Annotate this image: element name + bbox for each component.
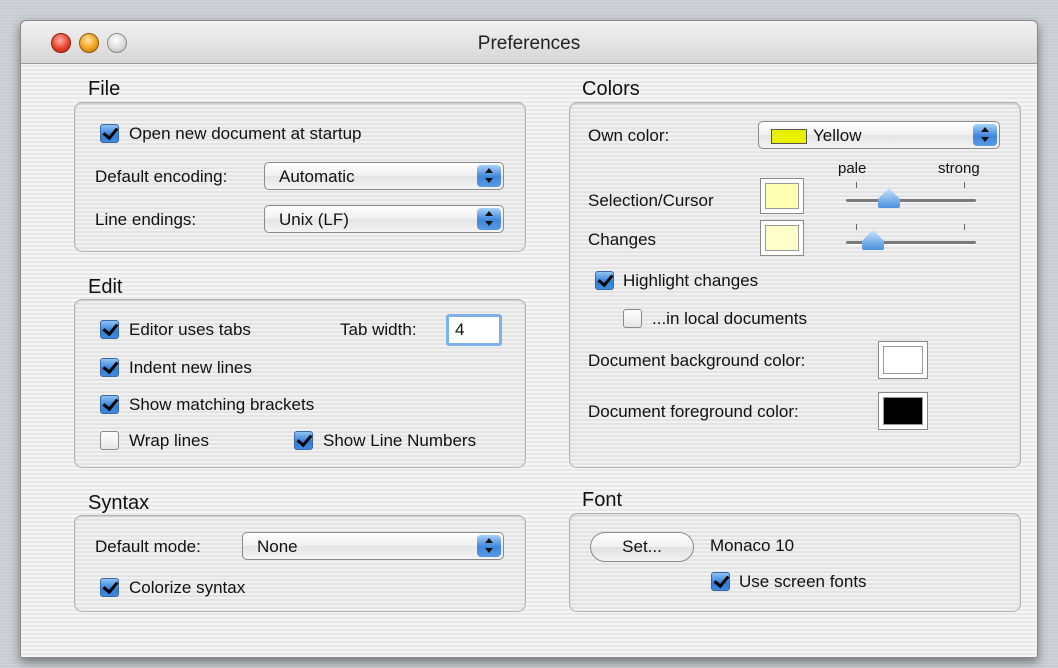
line-endings-value: Unix (LF)	[279, 210, 349, 229]
current-font-label: Monaco 10	[710, 536, 795, 555]
window-title: Preferences	[477, 33, 581, 54]
own-color-value: Yellow	[813, 126, 862, 145]
show-line-numbers-checkbox[interactable]	[294, 431, 313, 450]
slider-tick	[856, 224, 857, 230]
popup-arrows-icon	[973, 124, 997, 146]
slider-tick	[964, 182, 965, 188]
show-matching-brackets-checkbox[interactable]	[100, 395, 119, 414]
selection-cursor-color	[765, 183, 799, 209]
show-line-numbers-label: Show Line Numbers	[323, 431, 477, 450]
tab-width-label: Tab width:	[340, 320, 417, 339]
slider-tick	[856, 182, 857, 188]
colors-section-title: Colors	[582, 78, 640, 100]
default-encoding-value: Automatic	[279, 167, 355, 186]
file-section-title: File	[88, 78, 121, 100]
indent-new-lines-checkbox[interactable]	[100, 358, 119, 377]
document-background-color-well[interactable]	[878, 341, 928, 379]
document-foreground-color	[883, 397, 923, 425]
use-screen-fonts-label: Use screen fonts	[739, 572, 867, 591]
own-color-swatch	[771, 129, 807, 144]
wrap-lines-label: Wrap lines	[129, 431, 209, 450]
use-screen-fonts-checkbox[interactable]	[711, 572, 730, 591]
highlight-changes-checkbox[interactable]	[595, 271, 614, 290]
colorize-syntax-checkbox[interactable]	[100, 578, 119, 597]
default-encoding-label: Default encoding:	[95, 167, 228, 186]
document-foreground-label: Document foreground color:	[588, 402, 799, 421]
popup-arrows-icon	[477, 208, 501, 230]
default-mode-label: Default mode:	[95, 537, 201, 556]
font-group-box	[569, 513, 1021, 612]
slider-tick	[964, 224, 965, 230]
selection-cursor-label: Selection/Cursor	[588, 191, 714, 210]
selection-cursor-color-well[interactable]	[760, 178, 804, 214]
slider-thumb[interactable]	[878, 188, 900, 208]
changes-color-well[interactable]	[760, 220, 804, 256]
slider-track	[846, 199, 976, 202]
document-background-color	[883, 346, 923, 374]
wrap-lines-checkbox[interactable]	[100, 431, 119, 450]
default-mode-value: None	[257, 537, 298, 556]
line-endings-popup[interactable]: Unix (LF)	[264, 205, 504, 233]
popup-arrows-icon	[477, 165, 501, 187]
editor-uses-tabs-checkbox[interactable]	[100, 320, 119, 339]
changes-label: Changes	[588, 230, 657, 249]
in-local-documents-label: ...in local documents	[652, 309, 807, 328]
set-font-button[interactable]: Set...	[590, 532, 694, 562]
indent-new-lines-label: Indent new lines	[129, 358, 252, 377]
own-color-popup[interactable]: Yellow	[758, 121, 1000, 149]
selection-cursor-slider[interactable]	[846, 182, 976, 212]
default-mode-popup[interactable]: None	[242, 532, 504, 560]
editor-uses-tabs-label: Editor uses tabs	[129, 320, 251, 339]
edit-section-title: Edit	[88, 276, 123, 298]
default-encoding-popup[interactable]: Automatic	[264, 162, 504, 190]
changes-color	[765, 225, 799, 251]
open-new-document-checkbox[interactable]	[100, 124, 119, 143]
changes-slider[interactable]	[846, 224, 976, 254]
highlight-changes-label: Highlight changes	[623, 271, 759, 290]
in-local-documents-checkbox[interactable]	[623, 309, 642, 328]
open-new-document-label: Open new document at startup	[129, 124, 362, 143]
line-endings-label: Line endings:	[95, 210, 197, 229]
colorize-syntax-label: Colorize syntax	[129, 578, 246, 597]
show-matching-brackets-label: Show matching brackets	[129, 395, 315, 414]
title-bar[interactable]: Preferences	[21, 21, 1037, 64]
document-background-label: Document background color:	[588, 351, 806, 370]
syntax-section-title: Syntax	[88, 492, 150, 514]
slider-thumb[interactable]	[862, 230, 884, 250]
strong-label: strong	[938, 160, 980, 177]
font-section-title: Font	[582, 489, 623, 511]
popup-arrows-icon	[477, 535, 501, 557]
pale-label: pale	[838, 160, 867, 177]
own-color-label: Own color:	[588, 126, 670, 145]
tab-width-input[interactable]	[446, 314, 502, 346]
document-foreground-color-well[interactable]	[878, 392, 928, 430]
